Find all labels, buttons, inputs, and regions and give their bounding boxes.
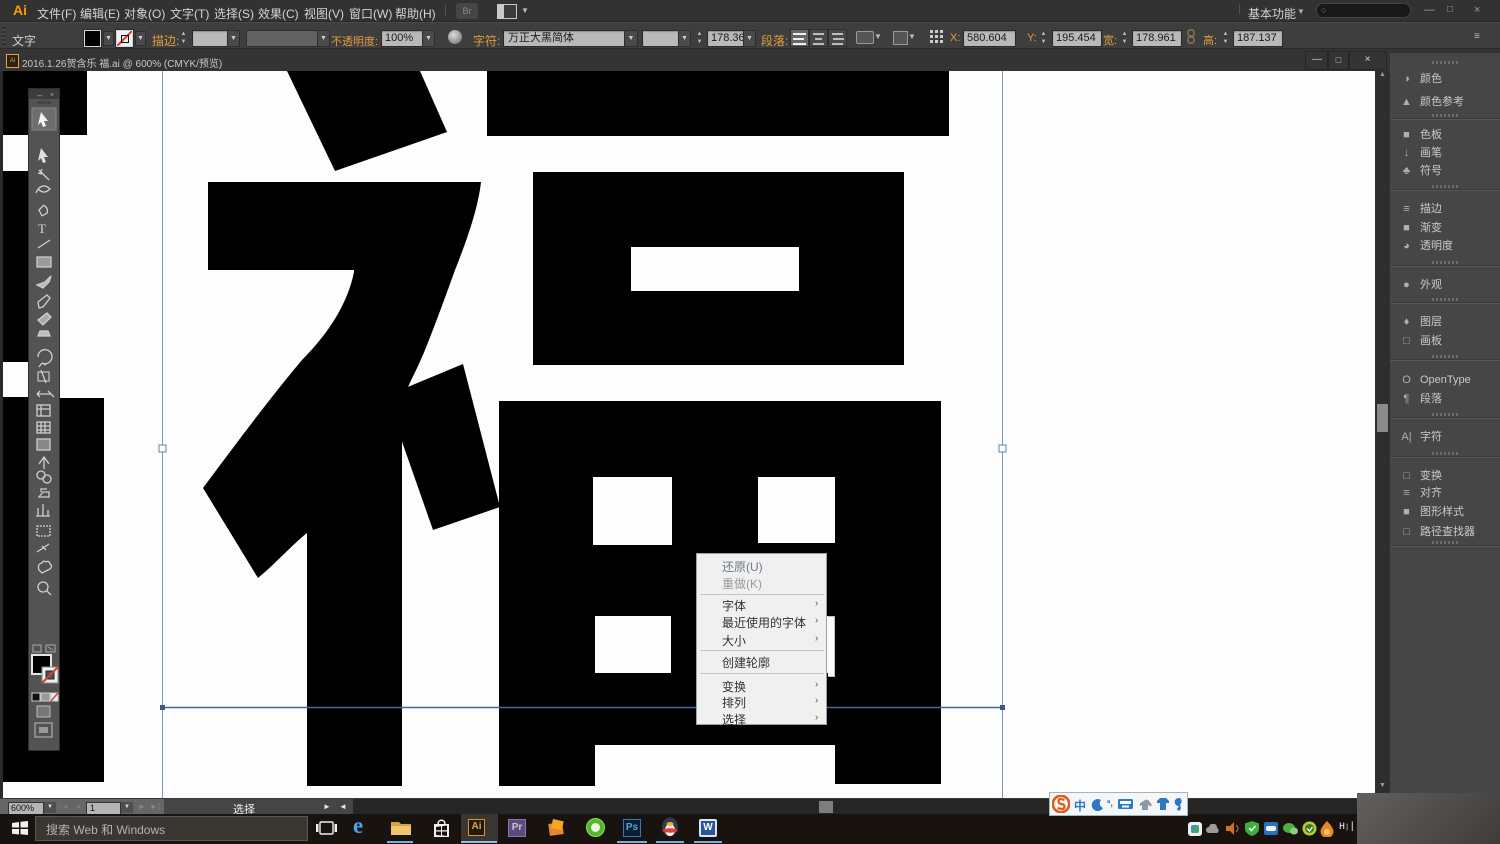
svg-text:↔: ↔ bbox=[36, 90, 44, 99]
svg-text:T: T bbox=[38, 221, 46, 236]
svg-text:×: × bbox=[50, 92, 54, 99]
